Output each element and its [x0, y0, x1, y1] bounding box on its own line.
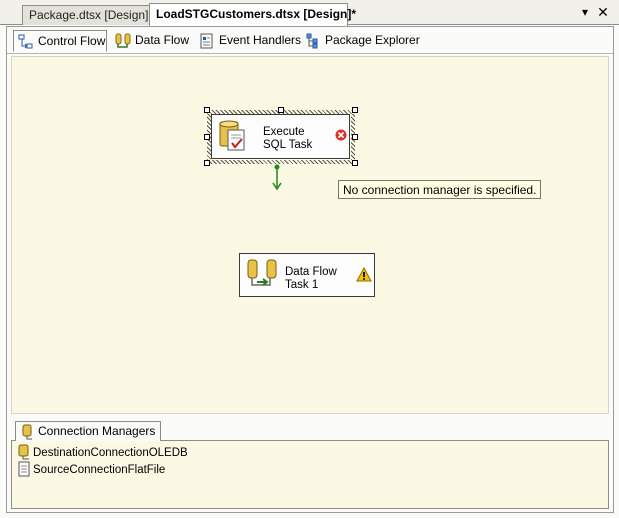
connection-managers-list: DestinationConnectionOLEDB SourceConnect…	[11, 441, 609, 509]
close-icon[interactable]: ✕	[596, 5, 610, 19]
resize-handle-nw[interactable]	[204, 107, 210, 113]
document-tab-strip: Package.dtsx [Design] LoadSTGCustomers.d…	[0, 0, 619, 26]
package-designer: Control Flow Data Flow Event Handlers Pa…	[6, 26, 614, 513]
resize-handle-ne[interactable]	[352, 107, 358, 113]
resize-handle-w[interactable]	[204, 134, 210, 140]
data-flow-task-icon	[246, 258, 280, 293]
error-icon	[335, 129, 347, 144]
tab-control-flow[interactable]: Control Flow	[13, 30, 107, 52]
tab-package-explorer[interactable]: Package Explorer	[301, 30, 420, 52]
tab-label: Event Handlers	[219, 33, 302, 47]
warning-icon	[356, 266, 372, 285]
list-item[interactable]: SourceConnectionFlatFile	[17, 461, 166, 480]
connection-managers-icon	[21, 424, 33, 441]
document-tab-loadstgcustomers[interactable]: LoadSTGCustomers.dtsx [Design]*	[149, 3, 356, 26]
document-tab-label: Package.dtsx [Design]	[29, 8, 149, 22]
control-flow-icon	[18, 34, 34, 50]
execute-sql-task[interactable]: Execute SQL Task	[211, 114, 350, 159]
list-item[interactable]: DestinationConnectionOLEDB	[17, 444, 188, 461]
task-name-line1: Data Flow	[285, 266, 337, 278]
document-tab-label: LoadSTGCustomers.dtsx [Design]*	[156, 7, 357, 21]
tab-label: Data Flow	[135, 33, 190, 47]
task-name-line1: Execute	[263, 126, 305, 138]
document-tab-package[interactable]: Package.dtsx [Design]	[22, 5, 150, 25]
connection-manager-name: SourceConnectionFlatFile	[33, 464, 166, 476]
package-explorer-icon	[305, 33, 321, 49]
connection-manager-name: DestinationConnectionOLEDB	[33, 447, 188, 459]
resize-handle-e[interactable]	[352, 134, 358, 140]
tab-label: Control Flow	[38, 34, 106, 48]
flatfile-connection-icon	[17, 461, 31, 480]
task-name-line2: SQL Task	[263, 139, 313, 151]
tab-connection-managers[interactable]: Connection Managers	[15, 421, 162, 442]
precedence-arrow-icon[interactable]	[271, 164, 283, 195]
window-menu-icon[interactable]: ▾	[578, 5, 592, 19]
resize-handle-n[interactable]	[278, 107, 284, 113]
tab-event-handlers[interactable]: Event Handlers	[195, 30, 301, 52]
control-flow-canvas[interactable]: Execute SQL Task No connection manager i…	[11, 56, 609, 414]
execute-sql-task-icon	[218, 120, 248, 155]
connection-managers-tab-bar: Connection Managers	[11, 419, 609, 442]
resize-handle-sw[interactable]	[204, 160, 210, 166]
data-flow-task[interactable]: Data Flow Task 1	[239, 253, 375, 297]
task-name-line2: Task 1	[285, 279, 319, 291]
event-handlers-icon	[199, 33, 215, 49]
designer-tab-bar: Control Flow Data Flow Event Handlers Pa…	[7, 27, 613, 54]
resize-handle-se[interactable]	[352, 160, 358, 166]
tab-label: Package Explorer	[325, 33, 420, 47]
data-flow-icon	[115, 33, 131, 49]
validation-tooltip: No connection manager is specified.	[338, 180, 542, 199]
tab-data-flow[interactable]: Data Flow	[111, 30, 191, 52]
tab-label: Connection Managers	[38, 424, 156, 438]
